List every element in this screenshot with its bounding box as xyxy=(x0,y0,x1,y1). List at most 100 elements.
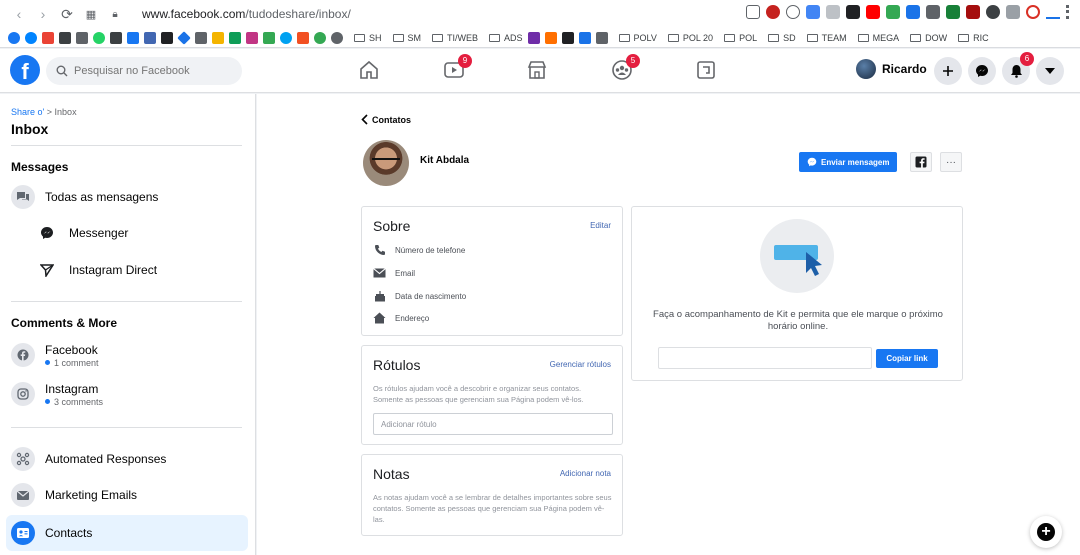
messenger-button[interactable] xyxy=(968,57,996,85)
facebook-bookmark-icon[interactable] xyxy=(8,31,20,44)
send-message-button[interactable]: Enviar mensagem xyxy=(799,152,898,172)
sidebar-item-marketing-emails[interactable]: Marketing Emails xyxy=(6,478,248,512)
bookmark-icon-10[interactable] xyxy=(161,31,173,44)
back-to-contacts-link[interactable]: Contatos xyxy=(361,114,411,125)
nav-watch[interactable]: 9 xyxy=(443,54,472,81)
bookmark-icon-25[interactable] xyxy=(595,31,608,44)
messenger-bookmark-icon[interactable] xyxy=(25,31,37,44)
search-input[interactable] xyxy=(74,65,234,77)
document-bookmark-icon[interactable] xyxy=(195,31,207,44)
bookmark-folder[interactable]: MEGA xyxy=(857,33,899,43)
sidebar-item-all-messages[interactable]: Todas as mensagens xyxy=(6,180,248,214)
account-menu-button[interactable] xyxy=(1036,57,1064,85)
clock-bookmark-icon[interactable] xyxy=(331,31,343,44)
bookmark-icon-11[interactable] xyxy=(177,30,191,45)
bookmark-icon-4[interactable] xyxy=(59,31,71,44)
breadcrumb-page-link[interactable]: Share o' xyxy=(11,107,44,117)
bookmark-folder[interactable]: SD xyxy=(768,33,796,43)
create-button[interactable] xyxy=(934,57,962,85)
nav-marketplace[interactable] xyxy=(526,59,548,81)
nav-home[interactable] xyxy=(358,59,380,81)
google-bookmark-icon[interactable] xyxy=(42,31,54,44)
extension-icon-9[interactable] xyxy=(906,5,920,19)
instagram-bookmark-icon[interactable] xyxy=(246,31,258,44)
forward-arrow-icon[interactable]: › xyxy=(32,3,54,25)
whatsapp-bookmark-icon[interactable] xyxy=(93,31,105,44)
edit-about-link[interactable]: Editar xyxy=(590,221,611,230)
bookmark-folder[interactable]: DOW xyxy=(910,33,947,43)
url-field[interactable]: www.facebook.com/tudodeshare/inbox/ xyxy=(142,7,351,21)
nav-gaming[interactable] xyxy=(695,59,717,81)
extension-icon-15[interactable] xyxy=(1026,5,1040,19)
sidebar-item-facebook-comments[interactable]: Facebook 1 comment xyxy=(6,337,248,373)
nav-groups[interactable]: 5 xyxy=(611,54,640,81)
facebook-page-bookmark-icon-2[interactable] xyxy=(144,31,156,44)
extension-icon-10[interactable] xyxy=(926,5,940,19)
bookmark-icon-24[interactable] xyxy=(578,31,591,44)
notes-title: Notas xyxy=(373,466,410,482)
bookmark-folder[interactable]: POL xyxy=(724,33,757,43)
extension-icon-12[interactable] xyxy=(966,5,980,19)
facebook-page-bookmark-icon[interactable] xyxy=(127,31,139,44)
bookmark-folder[interactable]: SH xyxy=(354,33,382,43)
download-icon[interactable] xyxy=(1046,5,1060,19)
bookmark-icon-5[interactable] xyxy=(76,31,88,44)
url-host: www.facebook.com xyxy=(142,7,246,21)
add-note-link[interactable]: Adicionar nota xyxy=(560,469,611,478)
extension-icon-6[interactable] xyxy=(846,5,860,19)
reload-icon[interactable]: ⟳ xyxy=(56,3,78,25)
phone-field[interactable]: Número de telefone xyxy=(373,244,465,256)
bookmark-icon-7[interactable] xyxy=(110,31,122,44)
bookmark-icon-13[interactable] xyxy=(212,31,224,44)
sidebar-item-instagram-comments[interactable]: Instagram 3 comments xyxy=(6,376,248,412)
heart-extension-icon[interactable] xyxy=(766,5,780,19)
drive-bookmark-icon[interactable] xyxy=(229,31,241,44)
play-bookmark-icon[interactable] xyxy=(314,31,326,44)
info-extension-icon[interactable] xyxy=(786,5,800,19)
more-options-button[interactable]: ··· xyxy=(940,152,962,172)
translate-extension-icon[interactable] xyxy=(806,5,820,19)
bookmark-folder[interactable]: POLV xyxy=(618,33,657,43)
facebook-profile-button[interactable] xyxy=(910,152,932,172)
bookmark-icon-23[interactable] xyxy=(561,31,574,44)
bookmark-icon-22[interactable] xyxy=(544,31,557,44)
birthday-field[interactable]: Data de nascimento xyxy=(373,290,466,302)
new-message-fab[interactable]: + xyxy=(1030,516,1062,548)
camera-extension-icon[interactable] xyxy=(746,5,760,19)
bookmark-folder[interactable]: TEAM xyxy=(806,33,847,43)
bookmark-icon-21[interactable] xyxy=(527,31,540,44)
bookmark-icon-17[interactable] xyxy=(280,31,292,44)
lock-icon[interactable]: 🔒︎ xyxy=(104,3,126,25)
extension-icon-14[interactable] xyxy=(1006,5,1020,19)
profile-chip[interactable]: Ricardo xyxy=(856,59,927,79)
sidebar-item-automated-responses[interactable]: Automated Responses xyxy=(6,442,248,476)
bookmark-folder[interactable]: RIC xyxy=(958,33,989,43)
bookmark-folder[interactable]: TI/WEB xyxy=(432,33,478,43)
facebook-logo[interactable]: f xyxy=(10,55,40,85)
copy-link-button[interactable]: Copiar link xyxy=(876,349,938,368)
email-field[interactable]: Email xyxy=(373,267,415,279)
manage-labels-link[interactable]: Gerenciar rótulos xyxy=(550,360,611,369)
menu-dots-icon[interactable] xyxy=(1066,5,1070,19)
sidebar-item-instagram-direct[interactable]: Instagram Direct xyxy=(30,253,240,287)
youtube-extension-icon[interactable] xyxy=(866,5,880,19)
bookmark-folder[interactable]: ADS xyxy=(489,33,523,43)
address-field[interactable]: Endereço xyxy=(373,312,429,324)
drive-bookmark-icon-2[interactable] xyxy=(263,31,275,44)
share-link-field[interactable] xyxy=(658,347,872,369)
add-label-input[interactable]: Adicionar rótulo xyxy=(373,413,613,435)
bookmark-folder[interactable]: SM xyxy=(392,33,421,43)
extension-icon-5[interactable] xyxy=(826,5,840,19)
extension-icon-11[interactable] xyxy=(946,5,960,19)
sidebar-item-contacts[interactable]: Contacts xyxy=(6,515,248,551)
plus-icon: + xyxy=(1037,523,1055,541)
notifications-button[interactable]: 6 xyxy=(1002,52,1034,85)
bookmark-icon-18[interactable] xyxy=(297,31,309,44)
back-arrow-icon[interactable]: ‹ xyxy=(8,3,30,25)
apps-grid-icon[interactable]: ▦ xyxy=(80,3,102,25)
sidebar-item-messenger[interactable]: Messenger xyxy=(30,216,240,250)
bookmark-folder[interactable]: POL 20 xyxy=(667,33,713,43)
extension-icon-8[interactable] xyxy=(886,5,900,19)
search-box[interactable] xyxy=(46,57,242,85)
extension-icon-13[interactable] xyxy=(986,5,1000,19)
